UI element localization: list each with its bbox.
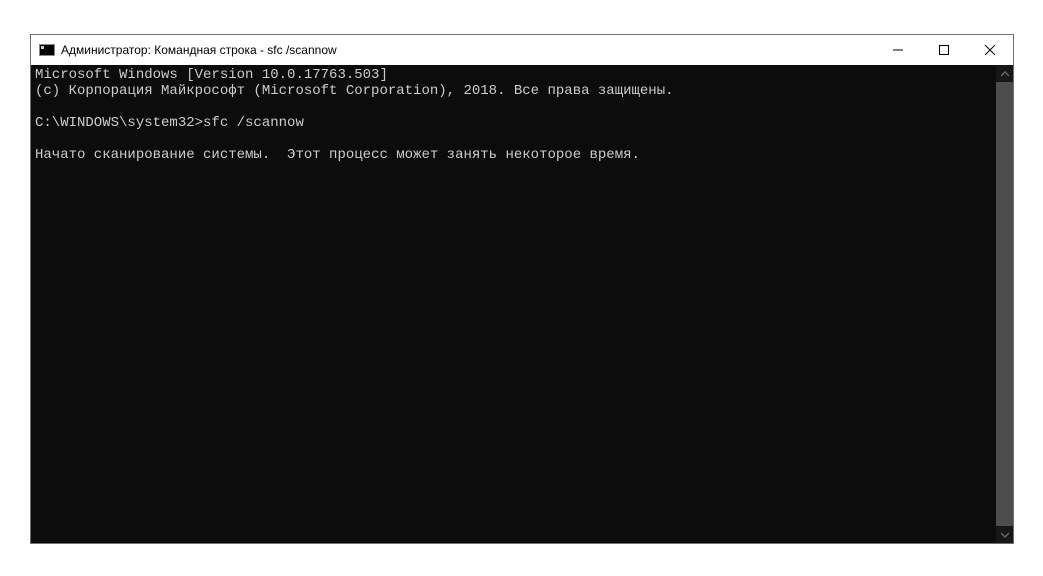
close-button[interactable] xyxy=(967,35,1013,65)
window-title: Администратор: Командная строка - sfc /s… xyxy=(61,43,337,57)
version-line: Microsoft Windows [Version 10.0.17763.50… xyxy=(35,67,388,83)
chevron-up-icon xyxy=(1001,70,1009,78)
copyright-line: (c) Корпорация Майкрософт (Microsoft Cor… xyxy=(35,83,674,99)
scroll-down-button[interactable] xyxy=(996,526,1013,543)
scroll-thumb[interactable] xyxy=(996,82,1013,526)
titlebar[interactable]: Администратор: Командная строка - sfc /s… xyxy=(31,35,1013,65)
scroll-track[interactable] xyxy=(996,82,1013,526)
terminal-area: Microsoft Windows [Version 10.0.17763.50… xyxy=(31,65,1013,543)
window-controls xyxy=(875,35,1013,65)
titlebar-left: Администратор: Командная строка - sfc /s… xyxy=(39,43,337,57)
prompt-line: C:\WINDOWS\system32>sfc /scannow xyxy=(35,115,304,131)
vertical-scrollbar[interactable] xyxy=(996,65,1013,543)
maximize-icon xyxy=(939,45,949,55)
scroll-up-button[interactable] xyxy=(996,65,1013,82)
command-prompt-window: Администратор: Командная строка - sfc /s… xyxy=(30,34,1014,544)
terminal-output[interactable]: Microsoft Windows [Version 10.0.17763.50… xyxy=(31,65,996,543)
maximize-button[interactable] xyxy=(921,35,967,65)
minimize-button[interactable] xyxy=(875,35,921,65)
close-icon xyxy=(985,45,995,55)
chevron-down-icon xyxy=(1001,531,1009,539)
minimize-icon xyxy=(893,45,903,55)
status-line: Начато сканирование системы. Этот процес… xyxy=(35,147,640,163)
cmd-icon xyxy=(39,44,55,56)
